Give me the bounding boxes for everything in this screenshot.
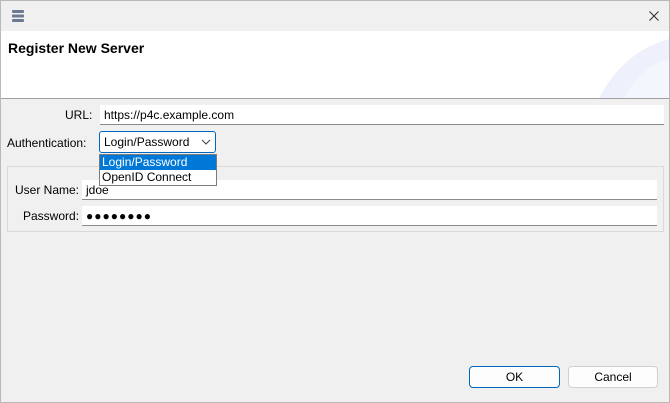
password-label: Password:	[23, 209, 80, 223]
stack-icon	[12, 10, 24, 22]
title-bar	[1, 1, 669, 31]
username-label: User Name:	[15, 183, 80, 197]
dropdown-option-openid-connect[interactable]: OpenID Connect	[100, 170, 216, 185]
authentication-label: Authentication:	[7, 136, 87, 150]
chevron-down-icon	[201, 139, 211, 145]
register-server-dialog: Register New Server URL: https://p4c.exa…	[0, 0, 670, 403]
url-field[interactable]: https://p4c.example.com	[100, 105, 664, 125]
cancel-button[interactable]: Cancel	[568, 366, 658, 388]
page-title: Register New Server	[8, 40, 145, 56]
authentication-select-value: Login/Password	[104, 135, 190, 149]
ok-button[interactable]: OK	[469, 366, 560, 388]
authentication-select[interactable]: Login/Password	[99, 131, 216, 153]
close-icon	[649, 11, 659, 21]
url-label: URL:	[65, 108, 93, 122]
dropdown-option-login-password[interactable]: Login/Password	[100, 155, 216, 170]
password-field[interactable]: ●●●●●●●●	[82, 206, 657, 226]
authentication-dropdown-list: Login/Password OpenID Connect	[99, 154, 217, 186]
header-banner: Register New Server	[1, 31, 669, 99]
banner-decoration	[599, 39, 669, 98]
close-button[interactable]	[639, 1, 669, 31]
